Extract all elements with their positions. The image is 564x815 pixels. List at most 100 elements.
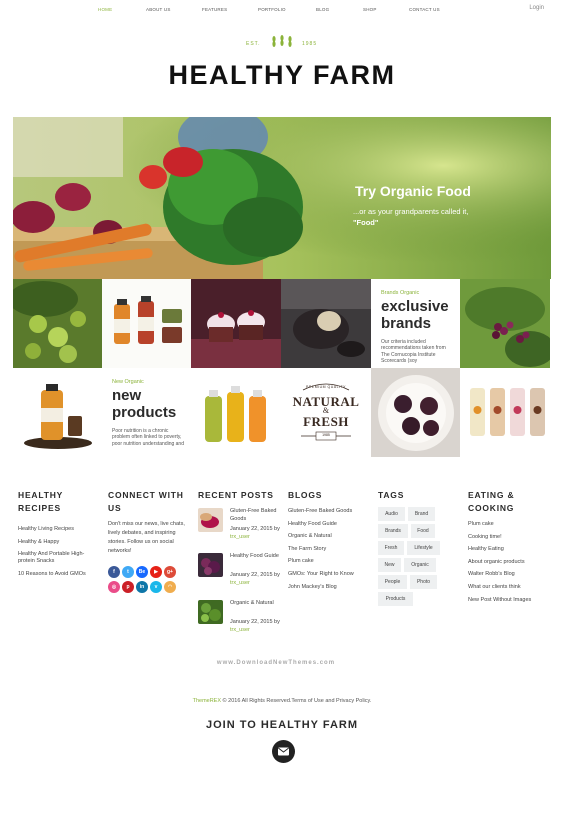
- nav-blog[interactable]: BLOG: [316, 7, 329, 12]
- hero-subline: ...or as your grandparents called it,: [353, 207, 469, 216]
- tag-brand[interactable]: Brand: [408, 507, 435, 521]
- tile-berries[interactable]: [460, 279, 550, 368]
- twitter-icon[interactable]: t: [122, 566, 134, 578]
- tag-organic[interactable]: Organic: [404, 558, 436, 572]
- copyright-text: © 2016 All Rights Reserved.Terms of Use …: [221, 698, 372, 704]
- rss-icon[interactable]: ◠: [164, 581, 176, 593]
- tag-people[interactable]: People: [378, 575, 407, 589]
- connect-title: CONNECT WITH US: [108, 489, 186, 515]
- berries-image: [460, 279, 550, 368]
- recipes-link[interactable]: Healthy Living Recipes: [18, 526, 98, 533]
- posts-title: RECENT POSTS: [198, 490, 274, 500]
- tile-exclusive-brands[interactable]: Brands Organic exclusive brands Our crit…: [371, 279, 461, 368]
- eating-link[interactable]: Healthy Eating: [468, 546, 553, 553]
- recipes-link[interactable]: Healthy And Portable High-protein Snacks: [18, 551, 98, 565]
- eating-link[interactable]: Walter Robb's Blog: [468, 571, 553, 578]
- top-nav: HOME ABOUT US FEATURES PORTFOLIO BLOG SH…: [0, 0, 564, 18]
- tag-brands[interactable]: Brands: [378, 524, 408, 538]
- footer-blogs: BLOGS Gluten-Free Baked Goods Healthy Fo…: [288, 489, 370, 596]
- blog-link[interactable]: John Mackey's Blog: [288, 584, 370, 591]
- footer-tags: TAGS: [378, 489, 458, 502]
- eating-title-line2: COOKING: [468, 503, 515, 513]
- tile-juices[interactable]: [102, 279, 192, 368]
- nav-home[interactable]: HOME: [98, 7, 112, 12]
- tile-natural-fresh[interactable]: PREMIUM QUALITY NATURAL & FRESH 1985: [281, 368, 371, 457]
- est-year: 1985: [302, 41, 318, 47]
- nav-shop[interactable]: SHOP: [363, 7, 377, 12]
- dribbble-icon[interactable]: ◎: [108, 581, 120, 593]
- post-author[interactable]: trx_user: [230, 580, 250, 586]
- recipes-link[interactable]: Healthy & Happy: [18, 539, 98, 546]
- tile-truffle[interactable]: [281, 279, 371, 368]
- eating-link[interactable]: What our clients think: [468, 584, 553, 591]
- tag-lifestyle[interactable]: Lifestyle: [407, 541, 440, 555]
- eating-link[interactable]: Cooking time!: [468, 534, 553, 541]
- nav-about-us[interactable]: ABOUT US: [146, 7, 171, 12]
- post-thumbnail[interactable]: [198, 508, 223, 532]
- blog-link[interactable]: Healthy Food Guide: [288, 521, 370, 528]
- logo-badge[interactable]: EST. 1985: [246, 35, 318, 49]
- eating-title-line1: EATING &: [468, 490, 515, 500]
- pinterest-icon[interactable]: p: [122, 581, 134, 593]
- eating-link[interactable]: About organic products: [468, 559, 553, 566]
- post-date: January 22, 2015 by: [230, 526, 280, 532]
- post-title[interactable]: Healthy Food Guide: [230, 553, 280, 561]
- youtube-icon[interactable]: ▶: [150, 566, 162, 578]
- behance-icon[interactable]: Be: [136, 566, 148, 578]
- copyright: ThemeREX © 2016 All Rights Reserved.Term…: [0, 698, 564, 704]
- google-plus-icon[interactable]: g+: [164, 566, 176, 578]
- nav-portfolio[interactable]: PORTFOLIO: [258, 7, 286, 12]
- blog-link[interactable]: Organic & Natural: [288, 533, 370, 540]
- nav-contact-us[interactable]: CONTACT US: [409, 7, 440, 12]
- post-meta: January 22, 2015 by trx_user: [230, 619, 280, 634]
- est-label: EST.: [246, 41, 261, 47]
- eating-link[interactable]: Plum cake: [468, 521, 553, 528]
- brands-text: Our criteria included recommendations ta…: [381, 339, 446, 364]
- hero-slider[interactable]: Try Organic Food ...or as your grandpare…: [13, 117, 551, 279]
- post-thumbnail[interactable]: [198, 553, 223, 577]
- eating-link[interactable]: New Post Without Images: [468, 597, 553, 604]
- milk-bottles-image: [460, 368, 550, 457]
- tile-milk-bottles[interactable]: [460, 368, 550, 457]
- footer-connect: CONNECT WITH US Don't miss our news, liv…: [108, 489, 186, 556]
- brands-heading: exclusive brands: [381, 298, 449, 332]
- post-author[interactable]: trx_user: [230, 627, 250, 633]
- blog-link[interactable]: Gluten-Free Baked Goods: [288, 508, 370, 515]
- tile-smoothies[interactable]: [191, 368, 281, 457]
- newsletter-title: JOIN TO HEALTHY FARM: [205, 719, 358, 731]
- blog-link[interactable]: The Farm Story: [288, 546, 370, 553]
- connect-text: Don't miss our news, live chats, lively …: [108, 521, 185, 554]
- tag-new[interactable]: New: [378, 558, 401, 572]
- tile-apples[interactable]: [13, 279, 103, 368]
- post-author[interactable]: trx_user: [230, 534, 250, 540]
- vimeo-icon[interactable]: v: [150, 581, 162, 593]
- post-title[interactable]: Organic & Natural: [230, 600, 280, 608]
- login-link[interactable]: Login: [529, 5, 544, 11]
- site-title[interactable]: HEALTHY FARM: [0, 60, 564, 91]
- eating-title: EATING & COOKING: [468, 489, 553, 515]
- post-thumbnail[interactable]: [198, 600, 223, 624]
- nav-features[interactable]: FEATURES: [202, 7, 227, 12]
- tile-honey[interactable]: [13, 368, 103, 457]
- post-title[interactable]: Gluten-Free Baked Goods: [230, 508, 280, 523]
- footer-eating: EATING & COOKING Plum cake Cooking time!…: [468, 489, 553, 609]
- natural-since: 1985: [322, 433, 330, 437]
- tile-plate[interactable]: [371, 368, 461, 457]
- newsletter-button[interactable]: [272, 740, 295, 763]
- recipes-link[interactable]: 10 Reasons to Avoid GMOs: [18, 571, 98, 578]
- tag-food[interactable]: Food: [411, 524, 435, 538]
- copyright-brand[interactable]: ThemeREX: [193, 698, 221, 704]
- cupcakes-image: [191, 279, 281, 368]
- connect-title-line2: US: [108, 503, 122, 513]
- tile-new-products[interactable]: New Organic new products Poor nutrition …: [102, 368, 192, 457]
- blog-link[interactable]: GMOs: Your Right to Know: [288, 571, 370, 578]
- linkedin-icon[interactable]: in: [136, 581, 148, 593]
- tag-photo[interactable]: Photo: [410, 575, 437, 589]
- blog-link[interactable]: Plum cake: [288, 558, 370, 565]
- products-text: Poor nutrition is a chronic problem ofte…: [112, 428, 184, 447]
- tile-cupcakes[interactable]: [191, 279, 281, 368]
- tag-audio[interactable]: Audio: [378, 507, 405, 521]
- tag-fresh[interactable]: Fresh: [378, 541, 404, 555]
- facebook-icon[interactable]: f: [108, 566, 120, 578]
- tag-products[interactable]: Products: [378, 592, 413, 606]
